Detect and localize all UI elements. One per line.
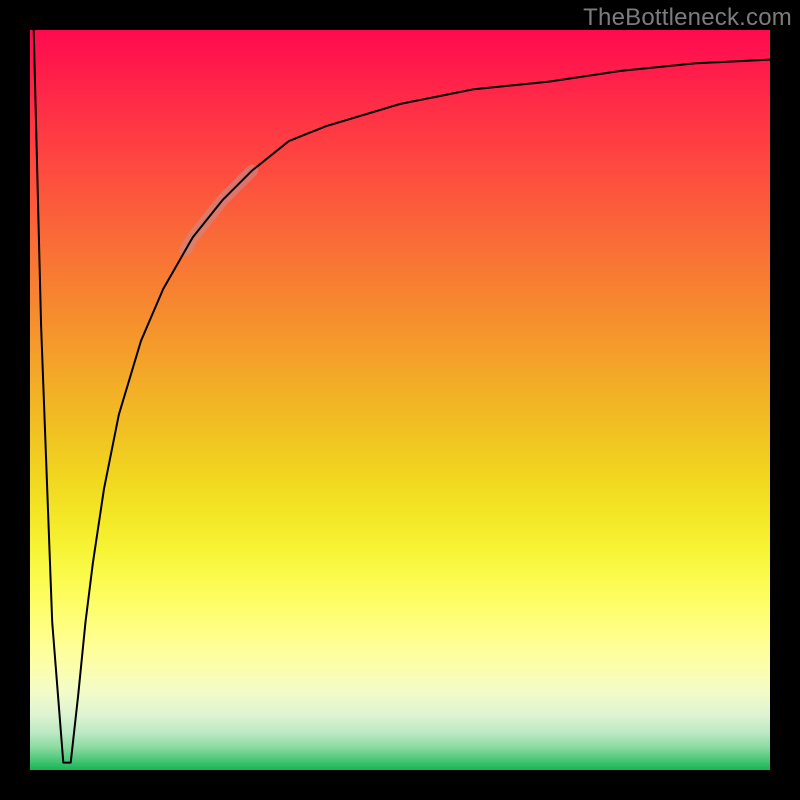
chart-frame: TheBottleneck.com [0, 0, 800, 800]
plot-area [30, 30, 770, 770]
watermark-text: TheBottleneck.com [583, 4, 792, 32]
